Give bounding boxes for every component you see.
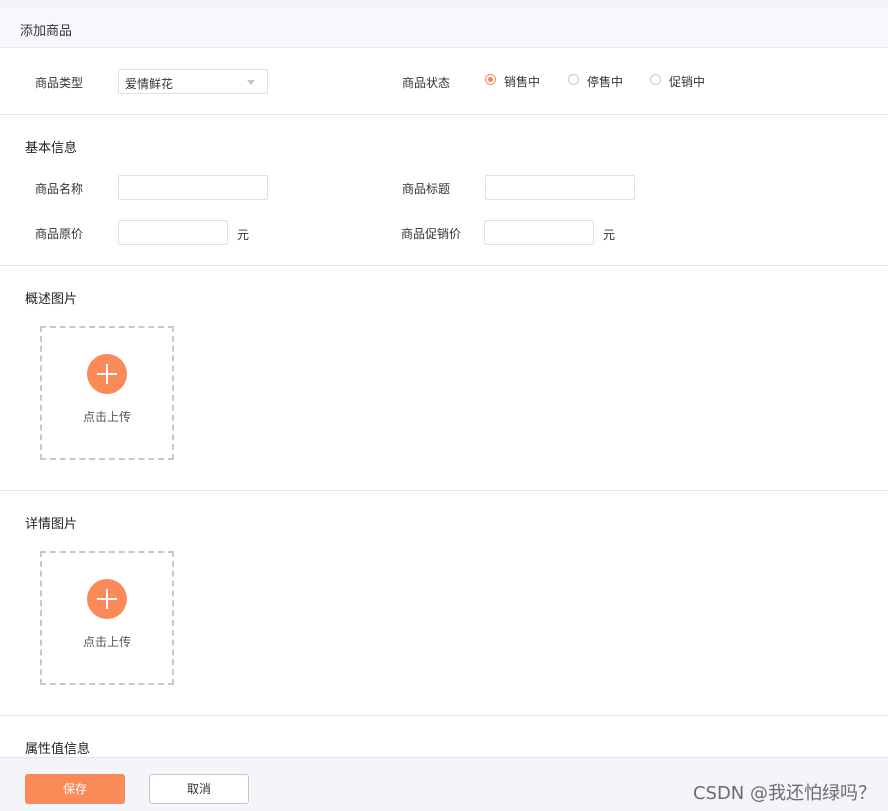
product-type-value: 爱情鲜花 — [125, 77, 174, 91]
overview-images-title: 概述图片 — [25, 292, 78, 307]
original-price-label: 商品原价 — [35, 227, 84, 241]
divider — [0, 715, 888, 716]
footer-bar: 保存 取消 CSDN @我还怕绿吗？ — [0, 757, 888, 811]
product-type-label: 商品类型 — [35, 76, 84, 90]
original-price-input[interactable] — [118, 220, 228, 245]
attributes-title: 属性值信息 — [25, 742, 91, 757]
watermark: CSDN @我还怕绿吗？ — [692, 783, 876, 804]
upload-label: 点击上传 — [82, 635, 131, 649]
save-button[interactable]: 保存 — [25, 774, 125, 804]
cancel-button[interactable]: 取消 — [149, 774, 249, 804]
status-option-label: 促销中 — [669, 75, 706, 89]
product-name-input[interactable] — [118, 175, 268, 200]
page-header: 添加商品 — [0, 8, 888, 48]
product-type-select[interactable]: 爱情鲜花 — [118, 69, 268, 94]
product-status-label: 商品状态 — [402, 76, 451, 90]
chevron-down-icon — [247, 80, 255, 85]
original-price-unit: 元 — [237, 228, 250, 242]
status-option-label: 停售中 — [587, 75, 624, 89]
detail-image-upload[interactable]: 点击上传 — [40, 551, 174, 685]
basic-info-title: 基本信息 — [25, 141, 78, 156]
promo-price-input[interactable] — [484, 220, 594, 245]
detail-images-title: 详情图片 — [25, 517, 78, 532]
divider — [0, 265, 888, 266]
plus-icon — [87, 354, 127, 394]
top-strip — [0, 0, 888, 8]
product-title-input[interactable] — [485, 175, 635, 200]
product-title-label: 商品标题 — [402, 182, 451, 196]
product-name-label: 商品名称 — [35, 182, 84, 196]
divider — [0, 114, 888, 115]
page-title: 添加商品 — [20, 24, 73, 39]
overview-image-upload[interactable]: 点击上传 — [40, 326, 174, 460]
promo-price-label: 商品促销价 — [401, 227, 462, 241]
radio-checked-icon — [485, 74, 496, 85]
upload-label: 点击上传 — [82, 410, 131, 424]
status-option-label: 销售中 — [504, 75, 541, 89]
plus-icon — [87, 579, 127, 619]
radio-unchecked-icon — [568, 74, 579, 85]
radio-unchecked-icon — [650, 74, 661, 85]
promo-price-unit: 元 — [603, 228, 616, 242]
divider — [0, 490, 888, 491]
